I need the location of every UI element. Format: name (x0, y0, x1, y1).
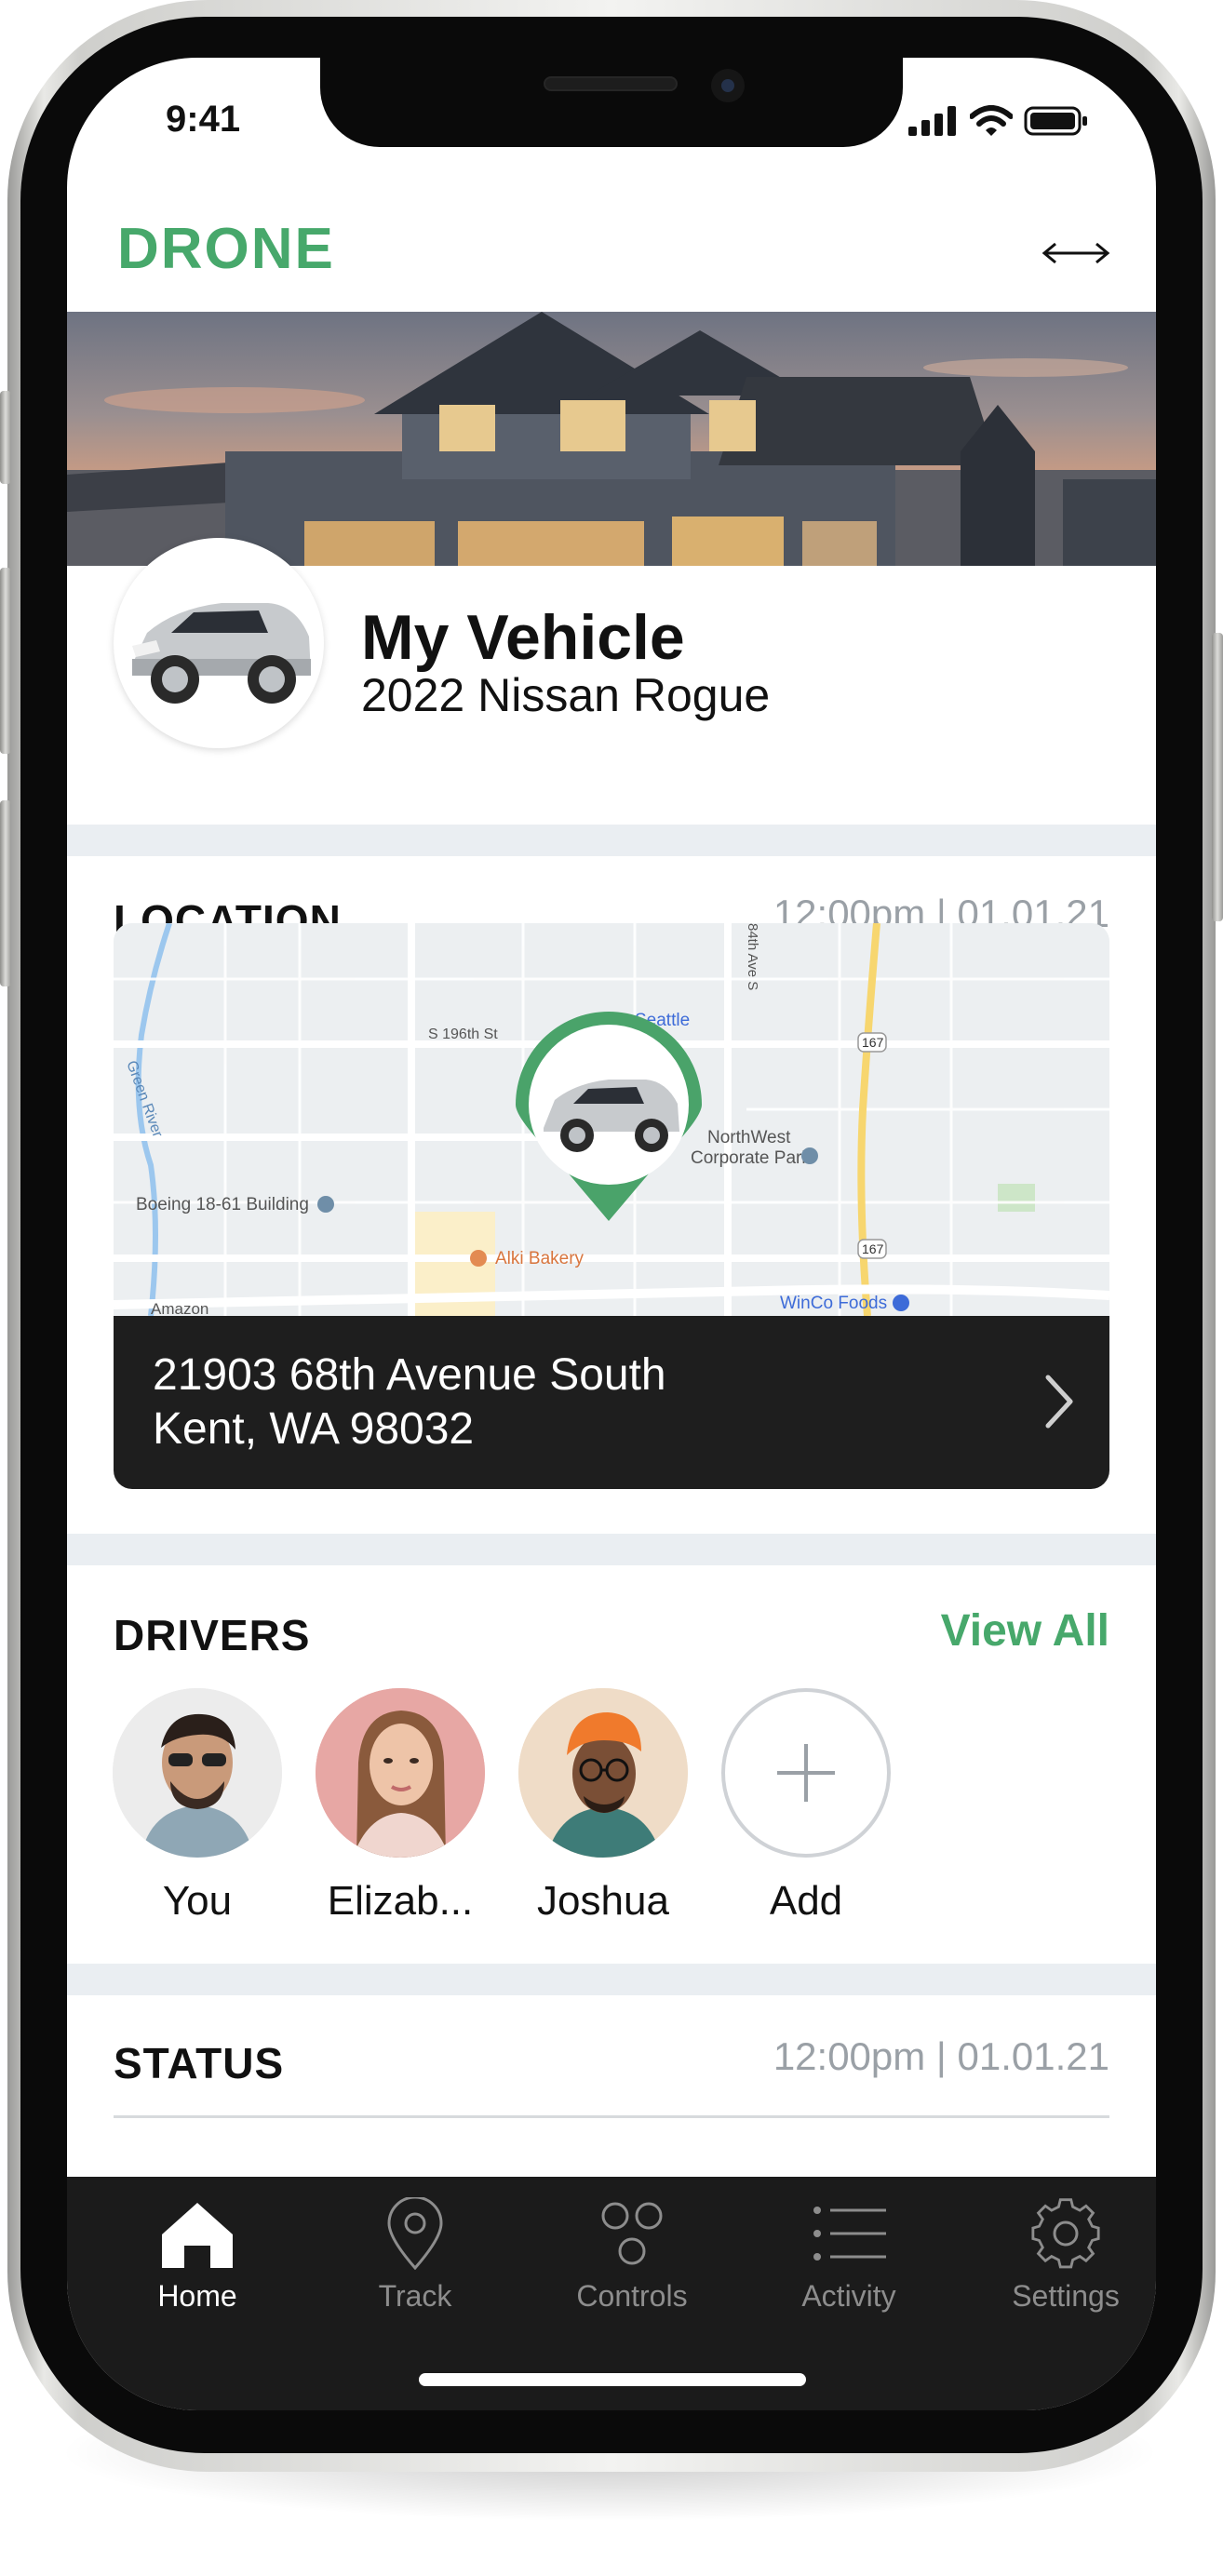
address-line-2: Kent, WA 98032 (153, 1404, 475, 1454)
plus-icon (777, 1744, 835, 1802)
section-divider (67, 825, 1156, 856)
section-divider (67, 1534, 1156, 1565)
driver-name: Elizab... (327, 1878, 474, 1924)
tab-label: Activity (801, 2279, 896, 2313)
list-icon (813, 2207, 886, 2261)
cellular-signal-icon (908, 106, 956, 136)
house-illustration (67, 312, 1156, 569)
location-map[interactable]: S 196th St Seattle NorthWest Corporate P… (114, 923, 1109, 1316)
swap-arrows-icon[interactable] (1039, 235, 1113, 272)
status-bar-icons (908, 102, 1089, 140)
vehicle-model: 2022 Nissan Rogue (361, 669, 771, 721)
status-title: STATUS (114, 2039, 285, 2087)
controls-icon (601, 2202, 663, 2265)
drivers-title: DRIVERS (114, 1611, 311, 1659)
battery-icon (1024, 106, 1087, 136)
brand-logo: DRONE (117, 217, 335, 281)
vehicle-location-pin[interactable] (506, 1007, 711, 1230)
address-line-1: 21903 68th Avenue South (153, 1350, 666, 1400)
wifi-icon (970, 105, 1013, 136)
driver-portrait (316, 1688, 485, 1858)
volume-up-button (0, 568, 11, 754)
hero-house-image (67, 312, 1156, 569)
address-bar[interactable]: 21903 68th Avenue South Kent, WA 98032 (114, 1316, 1109, 1489)
silent-switch (0, 391, 11, 484)
add-driver-circle (721, 1688, 891, 1858)
phone-screen: 9:41 DRONE My Vehicle 2022 Nissan Rogue … (67, 58, 1156, 2410)
vehicle-card[interactable]: My Vehicle 2022 Nissan Rogue (67, 538, 1156, 826)
driver-portrait (113, 1688, 282, 1858)
home-indicator[interactable] (419, 2373, 806, 2386)
status-bar-time: 9:41 (166, 99, 241, 140)
vehicle-title: My Vehicle (361, 602, 685, 673)
tab-label: Home (157, 2279, 237, 2313)
chevron-right-icon (1045, 1375, 1073, 1429)
front-camera (711, 69, 745, 102)
driver-portrait (518, 1688, 688, 1858)
view-all-drivers-link[interactable]: View All (941, 1605, 1109, 1657)
add-driver-button[interactable]: Add (718, 1688, 894, 1925)
map-label-northwest: NorthWest (707, 1128, 791, 1147)
map-label-boeing: Boeing 18-61 Building (136, 1195, 309, 1214)
home-icon (162, 2203, 233, 2268)
earpiece-speaker (544, 76, 678, 91)
map-label-alki: Alki Bakery (495, 1249, 585, 1268)
map-label-s196: S 196th St (428, 1026, 498, 1042)
map-label-route-a: 167 (862, 1035, 884, 1050)
avatar (113, 1688, 282, 1858)
power-button (1212, 633, 1223, 921)
status-rule (114, 2115, 1109, 2118)
gear-icon (1031, 2198, 1100, 2269)
driver-joshua[interactable]: Joshua (515, 1688, 692, 1925)
app-header: DRONE (67, 197, 1156, 309)
bottom-tab-bar: Home Track Controls Activity Settings (67, 2177, 1156, 2410)
section-divider (67, 1964, 1156, 1995)
tab-label: Settings (1012, 2279, 1120, 2313)
map-label-winco: WinCo Foods (780, 1294, 887, 1313)
suv-illustration (119, 543, 318, 743)
add-driver-label: Add (769, 1878, 843, 1924)
tab-settings[interactable]: Settings (977, 2197, 1154, 2328)
tab-home[interactable]: Home (109, 2197, 286, 2328)
driver-elizabeth[interactable]: Elizab... (312, 1688, 489, 1925)
vehicle-photo (114, 538, 324, 748)
driver-name: You (162, 1878, 233, 1924)
tab-controls[interactable]: Controls (544, 2197, 720, 2328)
map-label-84th-ave: 84th Ave S (745, 923, 760, 990)
driver-name: Joshua (537, 1878, 669, 1924)
avatar (316, 1688, 485, 1858)
volume-down-button (0, 800, 11, 986)
tab-track[interactable]: Track (327, 2197, 504, 2328)
notch (320, 58, 903, 147)
map-label-route-b: 167 (862, 1241, 884, 1256)
location-pin-icon (387, 2197, 443, 2270)
tab-label: Controls (576, 2279, 688, 2313)
map-label-amazon: Amazon (151, 1300, 208, 1316)
tab-label: Track (378, 2279, 452, 2313)
tab-activity[interactable]: Activity (760, 2197, 937, 2328)
driver-you[interactable]: You (109, 1688, 286, 1925)
status-timestamp: 12:00pm | 01.01.21 (773, 2034, 1109, 2078)
avatar (518, 1688, 688, 1858)
